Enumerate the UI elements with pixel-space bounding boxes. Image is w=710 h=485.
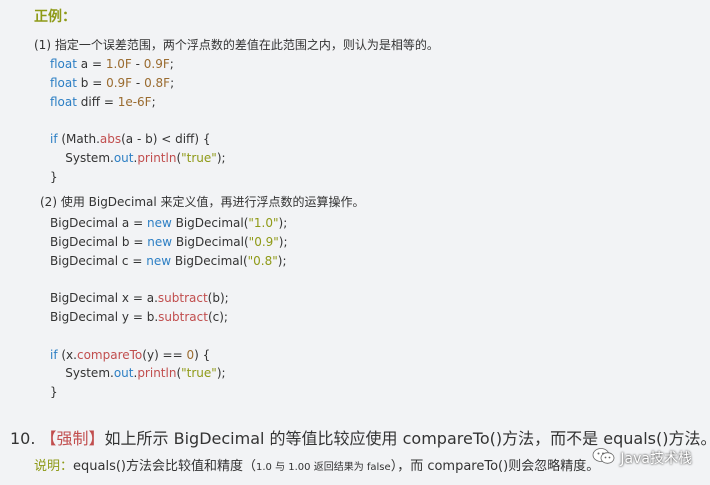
code-token: 1e-6F	[117, 94, 152, 109]
code-token: );	[277, 253, 287, 268]
code-token: 0.8F	[144, 75, 171, 90]
code-token: );	[278, 234, 288, 249]
code-token: BigDecimal(	[171, 216, 249, 230]
code-token: BigDecimal a =	[50, 216, 147, 230]
code-token: (x.	[57, 347, 77, 362]
code-token: 0.9F	[106, 75, 133, 90]
example-label: 正例：	[34, 9, 76, 25]
code-token: "0.9"	[248, 234, 279, 249]
code-token: 0	[186, 347, 195, 362]
code-token: float	[50, 75, 77, 90]
section2-title: (2) 使用 BigDecimal 来定义值，再进行浮点数的运算操作。	[40, 195, 365, 209]
note-label: 说明：	[34, 459, 74, 474]
code-token: out	[113, 366, 134, 381]
code-token: new	[147, 234, 173, 249]
mandatory-tag: 【强制】	[40, 429, 105, 448]
code-token: (a - b) < diff) {	[121, 132, 211, 147]
code-line: System.out.println("true");	[50, 151, 226, 165]
note-text-before: equals()方法会比较值和精度（	[73, 459, 256, 474]
code-line: BigDecimal b = new BigDecimal("0.9");	[50, 235, 288, 249]
rule-text: 如上所示 BigDecimal 的等值比较应使用 compareTo()方法，而…	[104, 429, 710, 448]
code-token: }	[50, 385, 58, 400]
code-token: (y) ==	[142, 347, 187, 362]
code-token: BigDecimal x = a.	[50, 291, 158, 306]
code-line: }	[50, 385, 58, 399]
code-line: BigDecimal c = new BigDecimal("0.8");	[50, 254, 287, 268]
code-token: b =	[76, 75, 107, 90]
code-token: "true"	[181, 366, 217, 381]
code-token: "1.0"	[248, 216, 279, 230]
code-line: float a = 1.0F - 0.9F;	[50, 57, 174, 71]
code-token: subtract	[157, 291, 208, 306]
code-token: );	[216, 366, 226, 381]
code-token: }	[50, 169, 58, 184]
code-token: BigDecimal(	[172, 234, 249, 249]
watermark: Java技术栈	[592, 447, 692, 469]
code-line: BigDecimal y = b.subtract(c);	[50, 310, 228, 324]
section1-title: (1) 指定一个误差范围，两个浮点数的差值在此范围之内，则认为是相等的。	[34, 38, 439, 52]
code-token: println	[137, 366, 177, 381]
note: 说明：equals()方法会比较值和精度（1.0 与 1.00 返回结果为 fa…	[34, 455, 599, 474]
code-token: if	[50, 132, 58, 147]
rule-number: 10.	[10, 429, 41, 448]
code-line: }	[50, 170, 58, 184]
code-token: if	[50, 347, 58, 362]
code-token: );	[278, 216, 288, 230]
code-token: (Math.	[57, 132, 100, 147]
code-token: ;	[169, 57, 174, 71]
code-token: ) {	[194, 347, 211, 362]
code-token: BigDecimal y = b.	[50, 310, 159, 324]
watermark-text: Java技术栈	[620, 451, 692, 467]
code-line: BigDecimal x = a.subtract(b);	[50, 291, 229, 305]
code-token: out	[113, 151, 134, 165]
code-line: float b = 0.9F - 0.8F;	[50, 76, 174, 90]
code-token: a =	[76, 57, 106, 71]
code-token: ;	[170, 75, 175, 90]
note-text-after: ），而 compareTo()则会忽略精度。	[390, 459, 600, 474]
code-token: ;	[151, 94, 156, 109]
code-line: if (Math.abs(a - b) < diff) {	[50, 132, 210, 146]
note-small-text: 1.0 与 1.00 返回结果为 false	[256, 462, 391, 473]
code-token: BigDecimal b =	[50, 234, 148, 249]
code-token: println	[137, 151, 177, 165]
code-token: 0.9F	[143, 57, 170, 71]
code-token: System.	[50, 366, 114, 381]
code-token: );	[216, 151, 226, 165]
code-token: (b);	[207, 291, 229, 306]
code-token: 1.0F	[105, 57, 132, 71]
code-token: diff =	[76, 94, 118, 109]
code-token: -	[131, 57, 144, 71]
code-token: BigDecimal c =	[50, 253, 147, 268]
code-token: float	[50, 57, 77, 71]
code-token: BigDecimal(	[171, 253, 248, 268]
code-token: System.	[50, 151, 114, 165]
code-token: "true"	[181, 151, 217, 165]
code-line: float diff = 1e-6F;	[50, 95, 156, 109]
code-token: new	[146, 253, 172, 268]
wechat-icon	[592, 447, 616, 469]
code-token: new	[146, 216, 172, 230]
rule-item-10: 10. 【强制】如上所示 BigDecimal 的等值比较应使用 compare…	[10, 425, 710, 449]
code-token: abs	[99, 132, 122, 147]
code-line: System.out.println("true");	[50, 366, 226, 381]
code-line: BigDecimal a = new BigDecimal("1.0");	[50, 216, 287, 230]
code-line: if (x.compareTo(y) == 0) {	[50, 348, 210, 362]
code-token: -	[132, 75, 145, 90]
code-token: "0.8"	[247, 253, 278, 268]
code-token: (c);	[207, 310, 228, 324]
code-token: compareTo	[76, 347, 143, 362]
code-token: subtract	[158, 310, 208, 324]
code-token: float	[50, 94, 77, 109]
